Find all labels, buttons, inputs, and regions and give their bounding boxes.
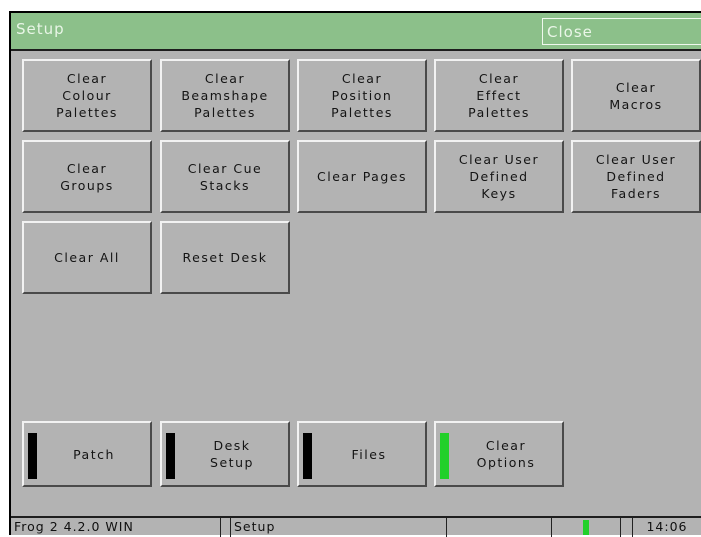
clear-pages-button[interactable]: Clear Pages [297, 140, 427, 213]
clear-position-palettes-button[interactable]: Clear Position Palettes [297, 59, 427, 132]
patch-button[interactable]: Patch [22, 421, 152, 487]
desk-setup-label: Desk Setup [210, 438, 254, 470]
window-title: Setup [16, 20, 65, 38]
files-indicator [303, 433, 312, 479]
clear-colour-palettes-button[interactable]: Clear Colour Palettes [22, 59, 152, 132]
clear-user-defined-keys-button[interactable]: Clear User Defined Keys [434, 140, 564, 213]
clock: 14:06 [632, 518, 701, 537]
clear-beamshape-palettes-button[interactable]: Clear Beamshape Palettes [160, 59, 290, 132]
software-version: Frog 2 4.2.0 WIN [11, 518, 221, 537]
clear-options-label: Clear Options [476, 438, 536, 470]
clear-options-button[interactable]: Clear Options [434, 421, 564, 487]
patch-label: Patch [73, 446, 115, 462]
status-bar: Frog 2 4.2.0 WIN Setup 14:06 [11, 516, 701, 537]
clear-user-defined-faders-button[interactable]: Clear User Defined Faders [571, 140, 701, 213]
patch-indicator [28, 433, 37, 479]
clear-effect-palettes-button[interactable]: Clear Effect Palettes [434, 59, 564, 132]
desk-setup-button[interactable]: Desk Setup [160, 421, 290, 487]
clear-cue-stacks-button[interactable]: Clear Cue Stacks [160, 140, 290, 213]
current-page: Setup [230, 518, 447, 537]
files-button[interactable]: Files [297, 421, 427, 487]
title-bar: Setup Close [11, 13, 701, 51]
clear-options-indicator [440, 433, 449, 479]
setup-window: Setup Close Clear Colour Palettes Clear … [9, 11, 701, 537]
reset-desk-button[interactable]: Reset Desk [160, 221, 290, 294]
activity-meter [551, 518, 621, 537]
clear-macros-button[interactable]: Clear Macros [571, 59, 701, 132]
close-button[interactable]: Close [542, 18, 701, 45]
files-label: Files [351, 446, 387, 462]
clear-all-button[interactable]: Clear All [22, 221, 152, 294]
desk-setup-indicator [166, 433, 175, 479]
clear-groups-button[interactable]: Clear Groups [22, 140, 152, 213]
activity-meter-bar [583, 520, 589, 535]
